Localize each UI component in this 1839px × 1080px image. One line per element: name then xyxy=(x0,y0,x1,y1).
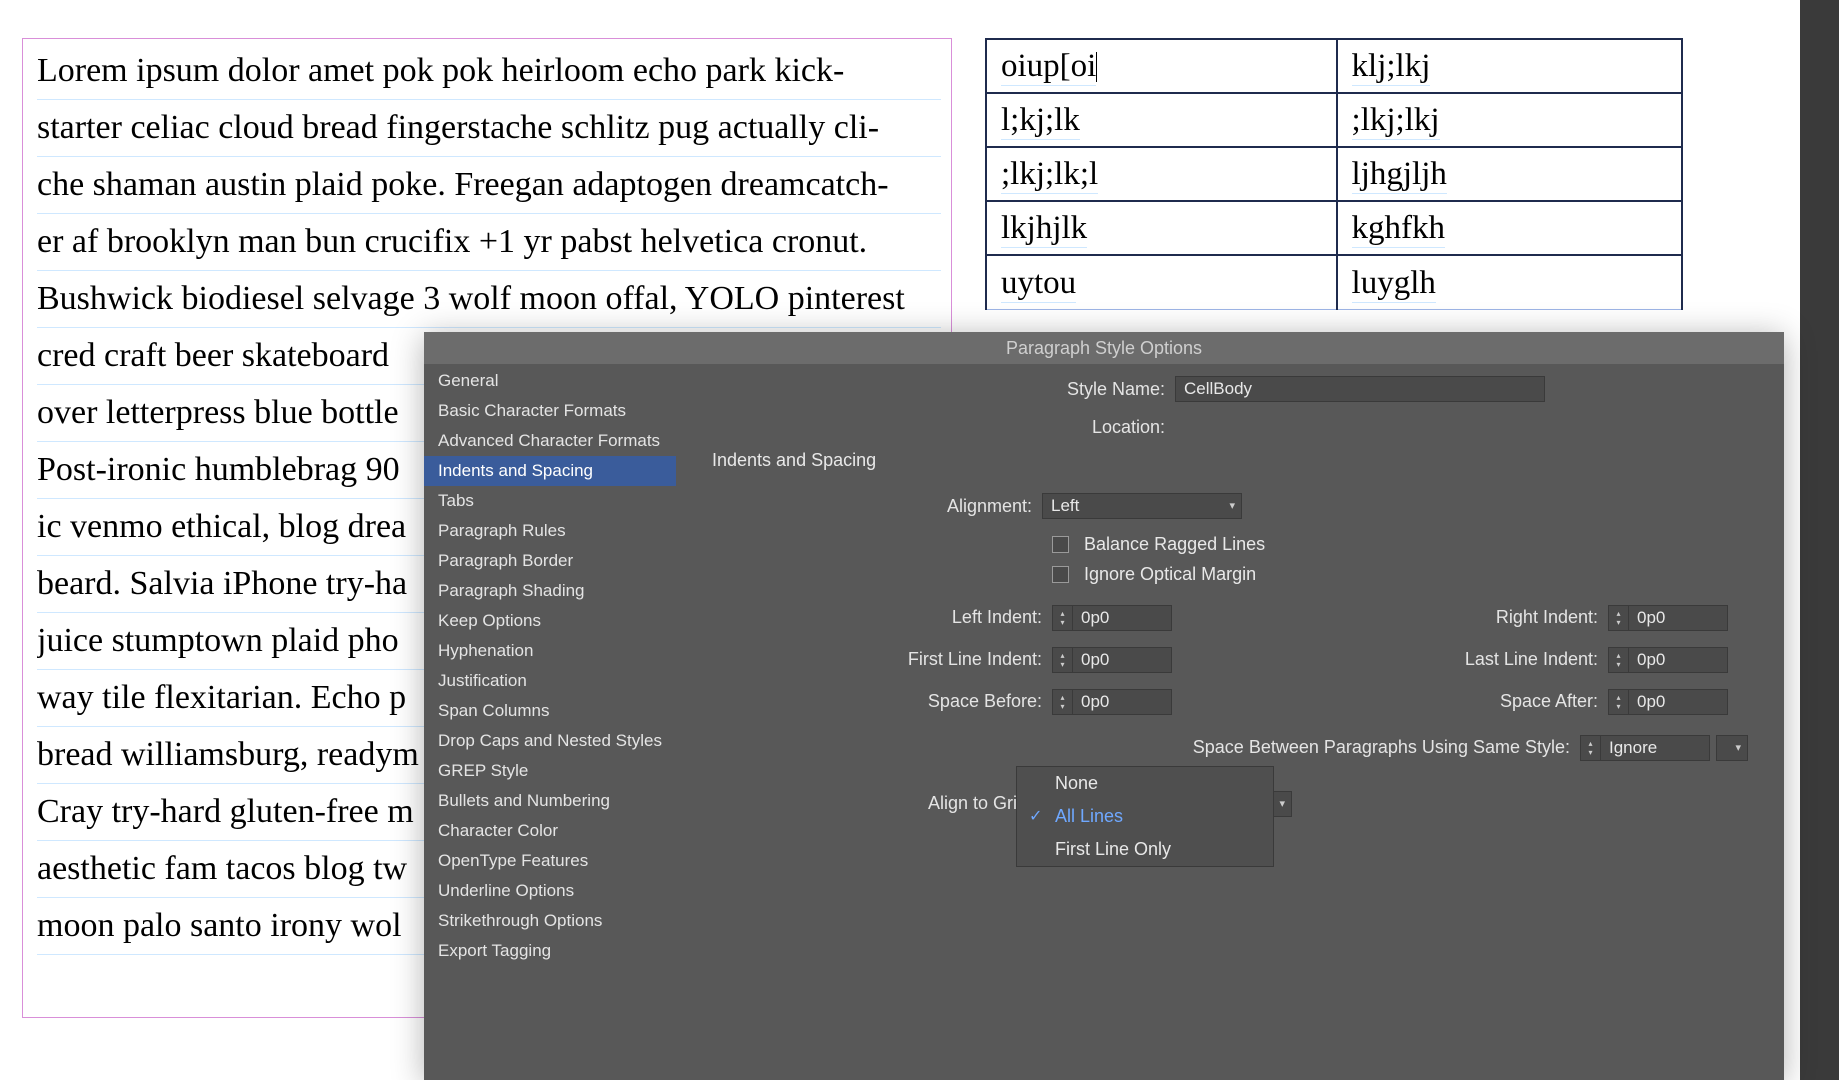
right-indent-input[interactable] xyxy=(1628,605,1728,631)
space-after-input[interactable] xyxy=(1628,689,1728,715)
sidebar-item[interactable]: Drop Caps and Nested Styles xyxy=(424,726,676,756)
text-line: che shaman austin plaid poke. Freegan ad… xyxy=(37,157,941,214)
align-grid-dropdown: None✓All LinesFirst Line Only xyxy=(1016,766,1274,867)
check-icon: ✓ xyxy=(1029,806,1042,826)
text-line: Lorem ipsum dolor amet pok pok heirloom … xyxy=(37,43,941,100)
table-cell[interactable]: l;kj;lk xyxy=(986,93,1337,147)
sidebar-item[interactable]: Paragraph Shading xyxy=(424,576,676,606)
document-canvas: Lorem ipsum dolor amet pok pok heirloom … xyxy=(0,0,1839,1080)
text-cursor xyxy=(1096,52,1097,82)
spinner-icon[interactable]: ▴▾ xyxy=(1052,647,1072,673)
table-cell[interactable]: lkjhjlk xyxy=(986,201,1337,255)
space-before-label: Space Before: xyxy=(712,691,1052,712)
right-indent-label: Right Indent: xyxy=(1496,607,1608,628)
spinner-icon[interactable]: ▴▾ xyxy=(1052,689,1072,715)
app-chrome-right xyxy=(1800,0,1839,1080)
space-after-label: Space After: xyxy=(1500,691,1608,712)
table-row: l;kj;lk;lkj;lkj xyxy=(986,93,1682,147)
dialog-title: Paragraph Style Options xyxy=(424,332,1784,364)
spinner-icon[interactable]: ▴▾ xyxy=(1580,735,1600,761)
align-grid-label: Align to Grid: xyxy=(712,793,1042,814)
sidebar-item[interactable]: Paragraph Rules xyxy=(424,516,676,546)
dialog-content: Style Name: Location: Indents and Spacin… xyxy=(676,364,1784,1080)
ignore-optical-checkbox[interactable] xyxy=(1052,566,1069,583)
sidebar-item[interactable]: Underline Options xyxy=(424,876,676,906)
balance-ragged-checkbox[interactable] xyxy=(1052,536,1069,553)
first-line-indent-label: First Line Indent: xyxy=(712,649,1052,670)
sidebar-item[interactable]: Advanced Character Formats xyxy=(424,426,676,456)
table-cell[interactable]: ljhgjljh xyxy=(1337,147,1682,201)
spinner-icon[interactable]: ▴▾ xyxy=(1608,605,1628,631)
left-indent-label: Left Indent: xyxy=(712,607,1052,628)
sidebar-item[interactable]: Character Color xyxy=(424,816,676,846)
alignment-select[interactable]: Left ▾ xyxy=(1042,493,1242,519)
table-cell[interactable]: kghfkh xyxy=(1337,201,1682,255)
sidebar-item[interactable]: Keep Options xyxy=(424,606,676,636)
spinner-icon[interactable]: ▴▾ xyxy=(1608,689,1628,715)
ignore-optical-label: Ignore Optical Margin xyxy=(1084,564,1256,584)
spinner-icon[interactable]: ▴▾ xyxy=(1052,605,1072,631)
dropdown-item[interactable]: First Line Only xyxy=(1017,833,1273,866)
table-row: oiup[oiklj;lkj xyxy=(986,39,1682,93)
data-table[interactable]: oiup[oiklj;lkjl;kj;lk;lkj;lkj;lkj;lk;llj… xyxy=(985,38,1683,310)
space-between-select[interactable]: ▾ xyxy=(1716,735,1748,761)
text-line: er af brooklyn man bun crucifix +1 yr pa… xyxy=(37,214,941,271)
style-name-label: Style Name: xyxy=(1035,379,1175,400)
sidebar-item[interactable]: Paragraph Border xyxy=(424,546,676,576)
chevron-down-icon: ▾ xyxy=(1735,736,1741,760)
dropdown-item[interactable]: ✓All Lines xyxy=(1017,800,1273,833)
text-line: starter celiac cloud bread fingerstache … xyxy=(37,100,941,157)
sidebar-item[interactable]: Indents and Spacing xyxy=(424,456,676,486)
chevron-down-icon: ▾ xyxy=(1229,494,1235,518)
sidebar-item[interactable]: Basic Character Formats xyxy=(424,396,676,426)
last-line-indent-input[interactable] xyxy=(1628,647,1728,673)
dialog-sidebar: GeneralBasic Character FormatsAdvanced C… xyxy=(424,364,676,1080)
table-cell[interactable]: oiup[oi xyxy=(986,39,1337,93)
chevron-down-icon: ▾ xyxy=(1279,792,1285,816)
space-between-input[interactable] xyxy=(1600,735,1710,761)
sidebar-item[interactable]: GREP Style xyxy=(424,756,676,786)
table-cell[interactable]: ;lkj;lk;l xyxy=(986,147,1337,201)
sidebar-item[interactable]: Hyphenation xyxy=(424,636,676,666)
left-indent-input[interactable] xyxy=(1072,605,1172,631)
location-label: Location: xyxy=(1035,417,1175,438)
table-cell[interactable]: luyglh xyxy=(1337,255,1682,309)
space-between-label: Space Between Paragraphs Using Same Styl… xyxy=(1193,737,1580,758)
alignment-label: Alignment: xyxy=(712,496,1042,517)
section-header: Indents and Spacing xyxy=(712,450,1748,471)
table-row: uytouluyglh xyxy=(986,255,1682,309)
table-cell[interactable]: uytou xyxy=(986,255,1337,309)
sidebar-item[interactable]: Strikethrough Options xyxy=(424,906,676,936)
first-line-indent-input[interactable] xyxy=(1072,647,1172,673)
balance-ragged-label: Balance Ragged Lines xyxy=(1084,534,1265,554)
sidebar-item[interactable]: Bullets and Numbering xyxy=(424,786,676,816)
dropdown-item[interactable]: None xyxy=(1017,767,1273,800)
sidebar-item[interactable]: Justification xyxy=(424,666,676,696)
sidebar-item[interactable]: Export Tagging xyxy=(424,936,676,966)
table-row: lkjhjlkkghfkh xyxy=(986,201,1682,255)
style-name-input[interactable] xyxy=(1175,376,1545,402)
table-cell[interactable]: klj;lkj xyxy=(1337,39,1682,93)
table-frame[interactable]: oiup[oiklj;lkjl;kj;lk;lkj;lkj;lkj;lk;llj… xyxy=(985,38,1683,310)
sidebar-item[interactable]: General xyxy=(424,366,676,396)
paragraph-style-dialog: Paragraph Style Options GeneralBasic Cha… xyxy=(424,332,1784,1080)
text-line: Bushwick biodiesel selvage 3 wolf moon o… xyxy=(37,271,941,328)
table-row: ;lkj;lk;lljhgjljh xyxy=(986,147,1682,201)
sidebar-item[interactable]: Tabs xyxy=(424,486,676,516)
sidebar-item[interactable]: Span Columns xyxy=(424,696,676,726)
spinner-icon[interactable]: ▴▾ xyxy=(1608,647,1628,673)
last-line-indent-label: Last Line Indent: xyxy=(1465,649,1608,670)
table-cell[interactable]: ;lkj;lkj xyxy=(1337,93,1682,147)
space-before-input[interactable] xyxy=(1072,689,1172,715)
sidebar-item[interactable]: OpenType Features xyxy=(424,846,676,876)
